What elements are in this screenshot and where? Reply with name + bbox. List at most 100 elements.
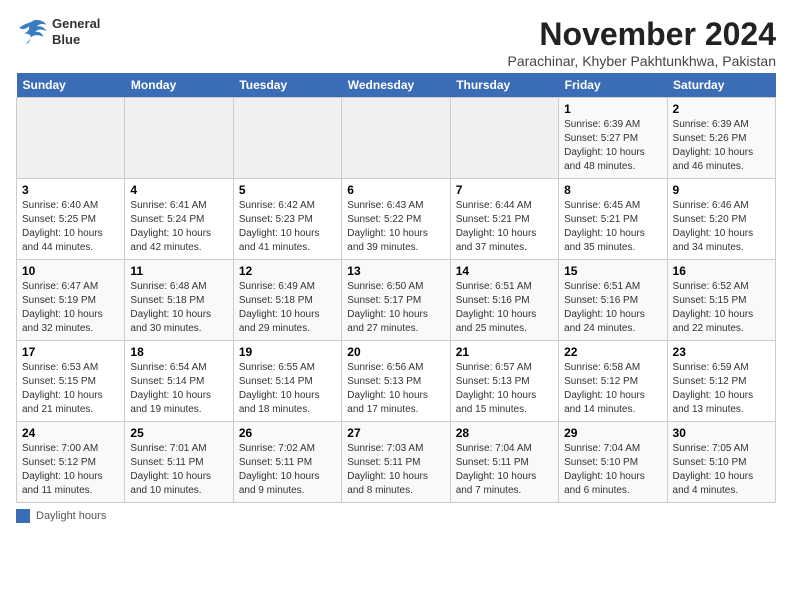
day-number: 30 <box>673 426 770 440</box>
calendar-cell: 28 Sunrise: 7:04 AM Sunset: 5:11 PM Dayli… <box>450 422 558 503</box>
calendar-cell: 22 Sunrise: 6:58 AM Sunset: 5:12 PM Dayli… <box>559 341 667 422</box>
day-info: Sunrise: 7:01 AM Sunset: 5:11 PM Dayligh… <box>130 442 227 498</box>
calendar-cell: 27 Sunrise: 7:03 AM Sunset: 5:11 PM Dayli… <box>342 422 450 503</box>
weekday-header-cell: Wednesday <box>342 73 450 98</box>
calendar-cell: 18 Sunrise: 6:54 AM Sunset: 5:14 PM Dayli… <box>125 341 233 422</box>
day-info: Sunrise: 6:54 AM Sunset: 5:14 PM Dayligh… <box>130 361 227 417</box>
weekday-header-row: SundayMondayTuesdayWednesdayThursdayFrid… <box>17 73 776 98</box>
calendar-cell: 10Sunrise: 6:47 AM Sunset: 5:19 PM Dayli… <box>17 260 125 341</box>
calendar-cell: 25 Sunrise: 7:01 AM Sunset: 5:11 PM Dayli… <box>125 422 233 503</box>
day-info: Sunrise: 6:43 AM Sunset: 5:22 PM Dayligh… <box>347 199 444 255</box>
day-number: 26 <box>239 426 336 440</box>
weekday-header-cell: Thursday <box>450 73 558 98</box>
calendar-cell: 12 Sunrise: 6:49 AM Sunset: 5:18 PM Dayli… <box>233 260 341 341</box>
day-info: Sunrise: 6:51 AM Sunset: 5:16 PM Dayligh… <box>564 280 661 336</box>
calendar-cell: 9 Sunrise: 6:46 AM Sunset: 5:20 PM Daylig… <box>667 179 775 260</box>
day-number: 22 <box>564 345 661 359</box>
page-header: General Blue November 2024 Parachinar, K… <box>16 16 776 69</box>
logo-icon <box>16 18 48 46</box>
calendar-cell: 5 Sunrise: 6:42 AM Sunset: 5:23 PM Daylig… <box>233 179 341 260</box>
day-info: Sunrise: 6:58 AM Sunset: 5:12 PM Dayligh… <box>564 361 661 417</box>
calendar-cell: 7Sunrise: 6:44 AM Sunset: 5:21 PM Daylig… <box>450 179 558 260</box>
weekday-header-cell: Sunday <box>17 73 125 98</box>
calendar-cell <box>233 98 341 179</box>
day-info: Sunrise: 7:00 AM Sunset: 5:12 PM Dayligh… <box>22 442 119 498</box>
day-info: Sunrise: 6:39 AM Sunset: 5:27 PM Dayligh… <box>564 118 661 174</box>
calendar-cell: 24 Sunrise: 7:00 AM Sunset: 5:12 PM Dayli… <box>17 422 125 503</box>
day-info: Sunrise: 7:02 AM Sunset: 5:11 PM Dayligh… <box>239 442 336 498</box>
day-info: Sunrise: 6:49 AM Sunset: 5:18 PM Dayligh… <box>239 280 336 336</box>
calendar-week-row: 17 Sunrise: 6:53 AM Sunset: 5:15 PM Dayli… <box>17 341 776 422</box>
day-number: 1 <box>564 102 661 116</box>
calendar-cell <box>342 98 450 179</box>
day-number: 28 <box>456 426 553 440</box>
day-info: Sunrise: 6:42 AM Sunset: 5:23 PM Dayligh… <box>239 199 336 255</box>
day-info: Sunrise: 7:04 AM Sunset: 5:10 PM Dayligh… <box>564 442 661 498</box>
day-info: Sunrise: 6:57 AM Sunset: 5:13 PM Dayligh… <box>456 361 553 417</box>
day-info: Sunrise: 6:46 AM Sunset: 5:20 PM Dayligh… <box>673 199 770 255</box>
calendar-cell: 20 Sunrise: 6:56 AM Sunset: 5:13 PM Dayli… <box>342 341 450 422</box>
day-number: 17 <box>22 345 119 359</box>
day-info: Sunrise: 6:41 AM Sunset: 5:24 PM Dayligh… <box>130 199 227 255</box>
day-number: 4 <box>130 183 227 197</box>
day-number: 10 <box>22 264 119 278</box>
legend: Daylight hours <box>16 509 776 523</box>
day-number: 15 <box>564 264 661 278</box>
calendar-cell: 1 Sunrise: 6:39 AM Sunset: 5:27 PM Daylig… <box>559 98 667 179</box>
calendar-cell: 30 Sunrise: 7:05 AM Sunset: 5:10 PM Dayli… <box>667 422 775 503</box>
day-info: Sunrise: 6:55 AM Sunset: 5:14 PM Dayligh… <box>239 361 336 417</box>
day-number: 27 <box>347 426 444 440</box>
day-number: 9 <box>673 183 770 197</box>
location-title: Parachinar, Khyber Pakhtunkhwa, Pakistan <box>508 53 777 69</box>
day-number: 23 <box>673 345 770 359</box>
day-number: 16 <box>673 264 770 278</box>
day-number: 7 <box>456 183 553 197</box>
calendar-cell: 15 Sunrise: 6:51 AM Sunset: 5:16 PM Dayli… <box>559 260 667 341</box>
day-info: Sunrise: 6:48 AM Sunset: 5:18 PM Dayligh… <box>130 280 227 336</box>
day-number: 18 <box>130 345 227 359</box>
day-info: Sunrise: 6:56 AM Sunset: 5:13 PM Dayligh… <box>347 361 444 417</box>
calendar-week-row: 1 Sunrise: 6:39 AM Sunset: 5:27 PM Daylig… <box>17 98 776 179</box>
day-number: 29 <box>564 426 661 440</box>
calendar-cell: 11 Sunrise: 6:48 AM Sunset: 5:18 PM Dayli… <box>125 260 233 341</box>
weekday-header-cell: Tuesday <box>233 73 341 98</box>
calendar-cell: 17 Sunrise: 6:53 AM Sunset: 5:15 PM Dayli… <box>17 341 125 422</box>
calendar-cell: 6 Sunrise: 6:43 AM Sunset: 5:22 PM Daylig… <box>342 179 450 260</box>
legend-box <box>16 509 30 523</box>
day-number: 8 <box>564 183 661 197</box>
day-info: Sunrise: 6:50 AM Sunset: 5:17 PM Dayligh… <box>347 280 444 336</box>
day-number: 19 <box>239 345 336 359</box>
day-number: 20 <box>347 345 444 359</box>
title-block: November 2024 Parachinar, Khyber Pakhtun… <box>508 16 777 69</box>
calendar-week-row: 24 Sunrise: 7:00 AM Sunset: 5:12 PM Dayli… <box>17 422 776 503</box>
calendar-body: 1 Sunrise: 6:39 AM Sunset: 5:27 PM Daylig… <box>17 98 776 503</box>
day-number: 6 <box>347 183 444 197</box>
calendar-cell <box>450 98 558 179</box>
logo-text: General Blue <box>52 16 100 47</box>
weekday-header-cell: Saturday <box>667 73 775 98</box>
calendar-cell: 23Sunrise: 6:59 AM Sunset: 5:12 PM Dayli… <box>667 341 775 422</box>
logo: General Blue <box>16 16 100 47</box>
day-info: Sunrise: 6:52 AM Sunset: 5:15 PM Dayligh… <box>673 280 770 336</box>
day-number: 13 <box>347 264 444 278</box>
day-number: 2 <box>673 102 770 116</box>
day-info: Sunrise: 7:04 AM Sunset: 5:11 PM Dayligh… <box>456 442 553 498</box>
day-info: Sunrise: 6:53 AM Sunset: 5:15 PM Dayligh… <box>22 361 119 417</box>
calendar-table: SundayMondayTuesdayWednesdayThursdayFrid… <box>16 73 776 503</box>
day-number: 11 <box>130 264 227 278</box>
calendar-cell: 21Sunrise: 6:57 AM Sunset: 5:13 PM Dayli… <box>450 341 558 422</box>
day-number: 12 <box>239 264 336 278</box>
day-number: 25 <box>130 426 227 440</box>
day-info: Sunrise: 6:45 AM Sunset: 5:21 PM Dayligh… <box>564 199 661 255</box>
calendar-cell: 14Sunrise: 6:51 AM Sunset: 5:16 PM Dayli… <box>450 260 558 341</box>
calendar-cell: 2 Sunrise: 6:39 AM Sunset: 5:26 PM Daylig… <box>667 98 775 179</box>
day-info: Sunrise: 6:40 AM Sunset: 5:25 PM Dayligh… <box>22 199 119 255</box>
weekday-header-cell: Monday <box>125 73 233 98</box>
calendar-cell: 13 Sunrise: 6:50 AM Sunset: 5:17 PM Dayli… <box>342 260 450 341</box>
weekday-header-cell: Friday <box>559 73 667 98</box>
day-info: Sunrise: 6:39 AM Sunset: 5:26 PM Dayligh… <box>673 118 770 174</box>
day-number: 5 <box>239 183 336 197</box>
day-info: Sunrise: 7:05 AM Sunset: 5:10 PM Dayligh… <box>673 442 770 498</box>
day-info: Sunrise: 7:03 AM Sunset: 5:11 PM Dayligh… <box>347 442 444 498</box>
day-number: 24 <box>22 426 119 440</box>
